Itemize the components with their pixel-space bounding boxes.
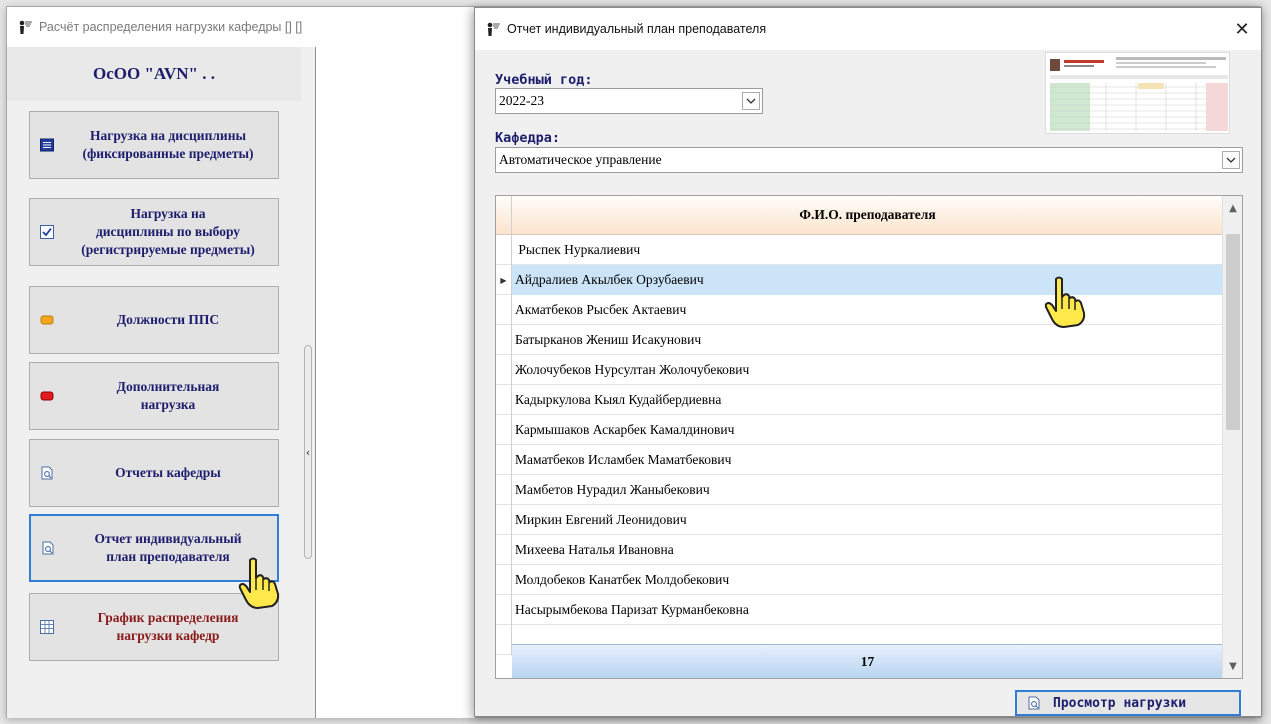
teacher-name-cell[interactable]: Молдобеков Канатбек Молдобекович bbox=[512, 565, 1223, 595]
content-pane bbox=[315, 47, 475, 718]
grid-body: Рыспек Нуркалиевич ▶ Айдралиев Акылбек Орз… bbox=[496, 235, 1223, 655]
menu-positions-button[interactable]: Должности ППС bbox=[29, 286, 279, 354]
year-label: Учебный год: bbox=[495, 72, 593, 88]
report-preview-thumbnail bbox=[1045, 52, 1230, 134]
splitter[interactable]: ‹ bbox=[301, 47, 315, 718]
teacher-name-cell[interactable]: Миркин Евгений Леонидович bbox=[512, 505, 1223, 535]
main-window-title: Расчёт распределения нагрузки кафедры []… bbox=[39, 20, 303, 34]
table-row[interactable]: Мамбетов Нурадил Жаныбекович bbox=[496, 475, 1223, 505]
department-select[interactable]: Автоматическое управление bbox=[495, 147, 1243, 173]
teacher-name-cell[interactable]: Михеева Наталья Ивановна bbox=[512, 535, 1223, 565]
grid-header: Ф.И.О. преподавателя bbox=[496, 196, 1223, 235]
menu-elective-subjects-button[interactable]: Нагрузка на дисциплины по выбору (регист… bbox=[29, 198, 279, 266]
view-load-button-label: Просмотр нагрузки bbox=[1053, 695, 1187, 711]
dialog-title: Отчет индивидуальный план преподавателя bbox=[507, 22, 767, 36]
app-icon bbox=[17, 19, 33, 35]
teachers-grid: Ф.И.О. преподавателя Рыспек Нуркалиевич ▶… bbox=[495, 195, 1243, 679]
year-select[interactable]: 2022-23 bbox=[495, 88, 763, 114]
list-icon bbox=[40, 138, 54, 152]
chevron-down-icon[interactable] bbox=[1222, 151, 1240, 169]
pointer-hand-icon bbox=[238, 557, 280, 609]
teacher-name-cell[interactable]: Маматбеков Исламбек Маматбекович bbox=[512, 445, 1223, 475]
row-header-cell[interactable] bbox=[496, 535, 512, 565]
table-row[interactable]: Жолочубеков Нурсултан Жолочубекович bbox=[496, 355, 1223, 385]
table-row[interactable]: Рыспек Нуркалиевич bbox=[496, 235, 1223, 265]
row-header-cell[interactable] bbox=[496, 475, 512, 505]
report-icon bbox=[40, 466, 54, 480]
table-row[interactable]: Михеева Наталья Ивановна bbox=[496, 535, 1223, 565]
menu-button-label: Нагрузка на дисциплины по выбору (регист… bbox=[81, 205, 255, 258]
dialog-titlebar: Отчет индивидуальный план преподавателя … bbox=[475, 8, 1261, 50]
row-header-cell[interactable] bbox=[496, 385, 512, 415]
table-row[interactable]: Кадыркулова Кыял Кудайбердиевна bbox=[496, 385, 1223, 415]
table-row[interactable]: Миркин Евгений Леонидович bbox=[496, 505, 1223, 535]
teacher-name-cell[interactable]: Насырымбекова Паризат Курманбековна bbox=[512, 595, 1223, 625]
grid-vertical-scrollbar[interactable]: ▲ ▼ bbox=[1222, 196, 1242, 678]
sidebar: ОсОО "AVN" . . Нагрузка на дисциплины (ф… bbox=[7, 47, 301, 718]
view-load-button[interactable]: Просмотр нагрузки bbox=[1015, 690, 1241, 716]
row-header-cell[interactable] bbox=[496, 445, 512, 475]
menu-button-label: Дополнительная нагрузка bbox=[116, 378, 220, 412]
chevron-down-icon[interactable] bbox=[742, 92, 760, 110]
teacher-name-cell[interactable]: Мамбетов Нурадил Жаныбекович bbox=[512, 475, 1223, 505]
report-dialog: Отчет индивидуальный план преподавателя … bbox=[474, 7, 1262, 717]
main-titlebar: Расчёт распределения нагрузки кафедры []… bbox=[7, 7, 477, 47]
table-row[interactable]: Акматбеков Рысбек Актаевич bbox=[496, 295, 1223, 325]
year-select-value: 2022-23 bbox=[499, 93, 544, 108]
schedule-icon bbox=[40, 620, 54, 634]
teacher-name-cell[interactable]: Акматбеков Рысбек Актаевич bbox=[512, 295, 1223, 325]
pointer-hand-icon bbox=[1044, 276, 1086, 328]
preview-doc-icon bbox=[1028, 696, 1040, 710]
department-label: Кафедра: bbox=[495, 130, 561, 146]
dialog-app-icon bbox=[485, 21, 501, 37]
scroll-up-icon[interactable]: ▲ bbox=[1223, 198, 1243, 218]
scroll-down-icon[interactable]: ▼ bbox=[1223, 656, 1243, 676]
scrollbar-thumb[interactable] bbox=[1226, 234, 1240, 430]
row-header-cell[interactable] bbox=[496, 235, 512, 265]
teacher-name-cell[interactable]: Батырканов Жениш Исакунович bbox=[512, 325, 1223, 355]
teacher-name-cell[interactable]: Айдралиев Акылбек Орзубаевич bbox=[512, 265, 1223, 295]
chevron-left-icon: ‹ bbox=[305, 445, 311, 459]
close-icon: ✕ bbox=[1234, 18, 1250, 40]
column-header-fio[interactable]: Ф.И.О. преподавателя bbox=[512, 196, 1223, 234]
row-header-cell[interactable] bbox=[496, 295, 512, 325]
teacher-name-cell[interactable]: Рыспек Нуркалиевич bbox=[512, 235, 1223, 265]
table-row[interactable]: Насырымбекова Паризат Курманбековна bbox=[496, 595, 1223, 625]
close-button[interactable]: ✕ bbox=[1231, 18, 1253, 40]
teacher-name-cell[interactable]: Кадыркулова Кыял Кудайбердиевна bbox=[512, 385, 1223, 415]
row-header-cell[interactable] bbox=[496, 625, 512, 655]
row-header-cell[interactable] bbox=[496, 325, 512, 355]
row-header-cell[interactable] bbox=[496, 595, 512, 625]
table-row[interactable]: Батырканов Жениш Исакунович bbox=[496, 325, 1223, 355]
table-row[interactable]: Молдобеков Канатбек Молдобекович bbox=[496, 565, 1223, 595]
red-badge-icon bbox=[40, 389, 54, 403]
orange-badge-icon bbox=[40, 313, 54, 327]
org-name: ОсОО "AVN" . . bbox=[7, 47, 301, 101]
checkbox-icon bbox=[40, 225, 54, 239]
row-header-cell[interactable] bbox=[496, 355, 512, 385]
table-row[interactable]: Кармышаков Аскарбек Камалдинович bbox=[496, 415, 1223, 445]
menu-fixed-subjects-button[interactable]: Нагрузка на дисциплины (фиксированные пр… bbox=[29, 111, 279, 179]
row-header-cell[interactable] bbox=[496, 565, 512, 595]
row-header-cell[interactable] bbox=[496, 505, 512, 535]
teacher-name-cell[interactable]: Кармышаков Аскарбек Камалдинович bbox=[512, 415, 1223, 445]
grid-footer-count: 17 bbox=[512, 644, 1223, 678]
row-header-corner bbox=[496, 196, 512, 235]
row-header-cell[interactable]: ▶ bbox=[496, 265, 512, 295]
menu-button-label: Отчеты кафедры bbox=[115, 464, 221, 480]
menu-button-label: Нагрузка на дисциплины (фиксированные пр… bbox=[82, 127, 254, 161]
collapse-sidebar-handle[interactable]: ‹ bbox=[304, 345, 312, 559]
menu-department-reports-button[interactable]: Отчеты кафедры bbox=[29, 439, 279, 507]
row-header-cell[interactable] bbox=[496, 415, 512, 445]
menu-button-label: Должности ППС bbox=[116, 311, 220, 327]
department-select-value: Автоматическое управление bbox=[499, 152, 662, 167]
table-row-selected[interactable]: ▶ Айдралиев Акылбек Орзубаевич bbox=[496, 265, 1223, 295]
teacher-name-cell[interactable]: Жолочубеков Нурсултан Жолочубекович bbox=[512, 355, 1223, 385]
table-row[interactable]: Маматбеков Исламбек Маматбекович bbox=[496, 445, 1223, 475]
report-icon bbox=[41, 541, 55, 555]
menu-additional-load-button[interactable]: Дополнительная нагрузка bbox=[29, 362, 279, 430]
